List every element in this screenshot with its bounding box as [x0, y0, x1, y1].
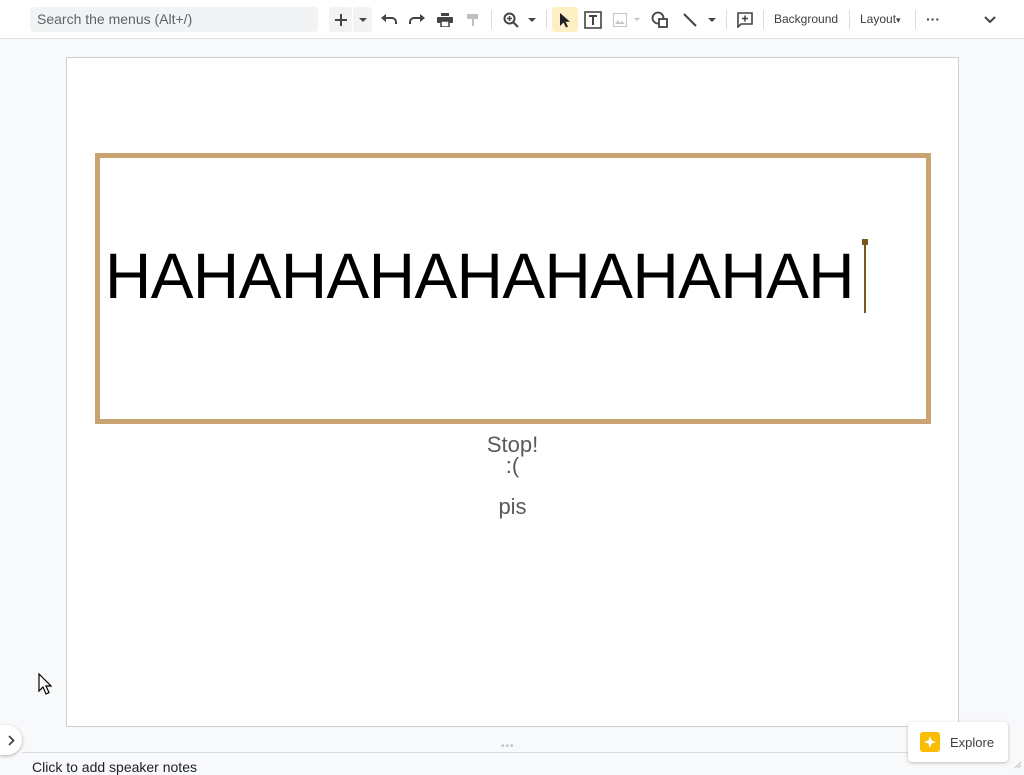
chevron-down-icon	[528, 17, 536, 22]
image-icon	[613, 12, 627, 27]
toolbar-separator	[726, 10, 727, 29]
filmstrip-toggle-button[interactable]	[0, 725, 22, 755]
background-button[interactable]: Background	[774, 7, 838, 32]
insert-image-dropdown[interactable]	[631, 7, 643, 32]
insert-image-button[interactable]	[609, 7, 631, 32]
layout-button[interactable]: Layout▾	[860, 7, 901, 32]
line-dropdown[interactable]	[704, 7, 720, 32]
line-icon	[683, 12, 697, 27]
chevron-down-icon	[633, 17, 641, 22]
chevron-right-icon	[7, 734, 15, 746]
hide-menus-button[interactable]	[978, 7, 1002, 32]
title-text[interactable]: HAHAHAHAHAHAHAHAH	[105, 240, 854, 312]
undo-button[interactable]	[377, 7, 401, 32]
resize-grip-icon	[1012, 756, 1022, 769]
paint-format-icon	[467, 13, 478, 26]
zoom-icon	[503, 12, 519, 28]
chevron-down-icon	[708, 17, 716, 22]
layout-label: Layout	[860, 12, 897, 26]
toolbar-separator	[546, 10, 547, 29]
zoom-dropdown[interactable]	[524, 7, 540, 32]
explore-button[interactable]: Explore	[908, 722, 1008, 762]
toolbar-separator	[849, 10, 850, 29]
plus-icon	[334, 13, 347, 26]
undo-icon	[381, 13, 397, 24]
shape-icon	[651, 11, 668, 28]
redo-icon	[409, 13, 425, 24]
new-slide-dropdown[interactable]	[353, 7, 372, 32]
toolbar-separator	[491, 10, 492, 29]
paint-format-button[interactable]	[461, 7, 485, 32]
notes-resize-handle[interactable]: •••	[501, 742, 515, 752]
subtitle-line-sad-face[interactable]: :(	[67, 455, 958, 477]
notes-divider	[22, 752, 1006, 753]
redo-button[interactable]	[405, 7, 429, 32]
text-box-icon	[584, 10, 602, 29]
new-slide-button[interactable]	[329, 7, 352, 32]
explore-icon	[920, 732, 940, 752]
more-icon: ···	[926, 11, 940, 27]
speaker-notes-field[interactable]: Click to add speaker notes	[32, 759, 197, 775]
collapse-icon	[984, 15, 996, 23]
search-menus-input[interactable]: Search the menus (Alt+/)	[30, 7, 318, 32]
text-box-button[interactable]	[581, 7, 605, 32]
comment-add-icon	[737, 11, 753, 28]
subtitle-line-pis[interactable]: pis	[67, 494, 958, 520]
select-tool-button[interactable]	[552, 7, 578, 32]
text-cursor	[864, 244, 866, 313]
shape-button[interactable]	[648, 7, 672, 32]
explore-label: Explore	[950, 734, 995, 750]
select-arrow-icon	[560, 12, 570, 27]
slide-canvas[interactable]: HAHAHAHAHAHAHAHAH Stop! :( pis	[66, 57, 959, 727]
toolbar-separator	[915, 10, 916, 29]
more-options-button[interactable]: ···	[926, 7, 940, 32]
chevron-down-icon	[358, 17, 367, 22]
zoom-button[interactable]	[499, 7, 523, 32]
mouse-pointer-icon	[38, 672, 53, 700]
toolbar-separator	[763, 10, 764, 29]
toolbar: Search the menus (Alt+/) Background Layo…	[0, 0, 1024, 39]
add-comment-button[interactable]	[733, 7, 757, 32]
print-icon	[437, 12, 453, 27]
chevron-down-icon: ▾	[896, 15, 901, 25]
line-button[interactable]	[678, 7, 702, 32]
print-button[interactable]	[433, 7, 457, 32]
